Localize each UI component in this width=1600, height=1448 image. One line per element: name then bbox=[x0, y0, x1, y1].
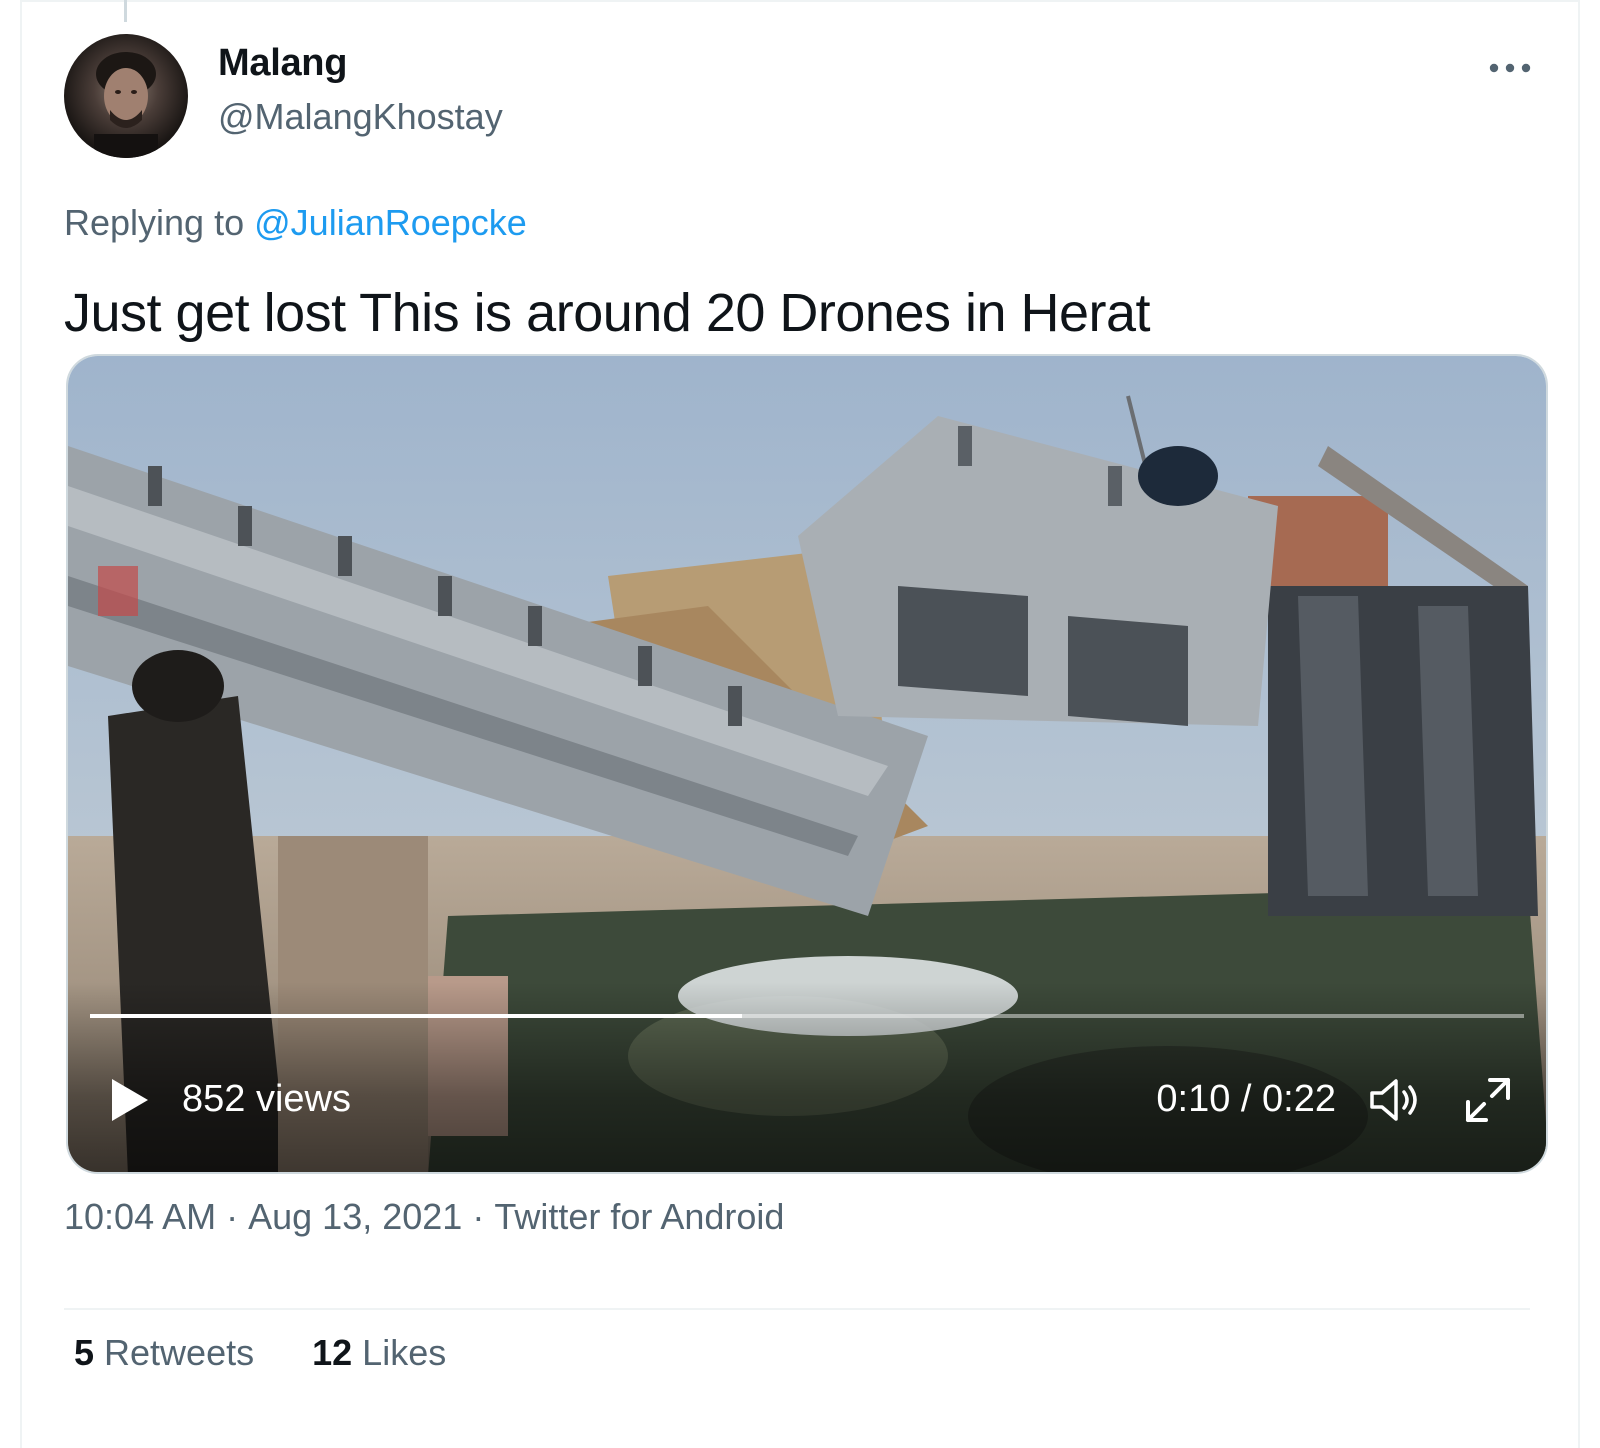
avatar-portrait-icon bbox=[94, 52, 158, 158]
tweet-meta: 10:04 AM · Aug 13, 2021 · Twitter for Androi… bbox=[64, 1196, 784, 1238]
replying-to-line: Replying to @JulianRoepcke bbox=[64, 202, 527, 244]
meta-separator: · bbox=[226, 1196, 239, 1237]
more-horizontal-icon[interactable] bbox=[1488, 56, 1532, 80]
volume-icon[interactable] bbox=[1368, 1076, 1424, 1124]
engagement-stats: 5 Retweets 12 Likes bbox=[74, 1332, 494, 1374]
fullscreen-icon[interactable] bbox=[1460, 1072, 1516, 1128]
tweet-date[interactable]: Aug 13, 2021 bbox=[248, 1196, 462, 1237]
video-progress-bar[interactable] bbox=[90, 1014, 1524, 1018]
video-view-count: 852 views bbox=[182, 1078, 351, 1120]
video-player[interactable]: 852 views 0:10 / 0:22 bbox=[66, 354, 1548, 1174]
tweet-text: Just get lost This is around 20 Drones i… bbox=[64, 283, 1151, 343]
retweets-stat[interactable]: 5 Retweets bbox=[74, 1332, 254, 1374]
display-name[interactable]: Malang bbox=[218, 42, 347, 85]
likes-label: Likes bbox=[362, 1332, 447, 1373]
video-progress-fill bbox=[90, 1014, 742, 1018]
tweet-time[interactable]: 10:04 AM bbox=[64, 1196, 216, 1237]
likes-stat[interactable]: 12 Likes bbox=[312, 1332, 446, 1374]
tweet-source[interactable]: Twitter for Android bbox=[494, 1196, 784, 1237]
divider bbox=[64, 1308, 1530, 1310]
replying-to-label: Replying to bbox=[64, 202, 245, 243]
avatar[interactable] bbox=[64, 34, 188, 158]
video-controls-gradient bbox=[68, 982, 1546, 1172]
likes-count: 12 bbox=[312, 1332, 353, 1373]
thread-connector-line bbox=[124, 0, 127, 22]
play-icon[interactable] bbox=[108, 1076, 152, 1124]
reply-to-handle-link[interactable]: @JulianRoepcke bbox=[254, 202, 527, 243]
page: Malang @MalangKhostay Replying to @Julia… bbox=[0, 0, 1600, 1448]
meta-separator: · bbox=[472, 1196, 485, 1237]
retweets-label: Retweets bbox=[104, 1332, 255, 1373]
retweets-count: 5 bbox=[74, 1332, 95, 1373]
video-timestamp: 0:10 / 0:22 bbox=[1156, 1078, 1336, 1120]
user-handle[interactable]: @MalangKhostay bbox=[218, 96, 503, 138]
